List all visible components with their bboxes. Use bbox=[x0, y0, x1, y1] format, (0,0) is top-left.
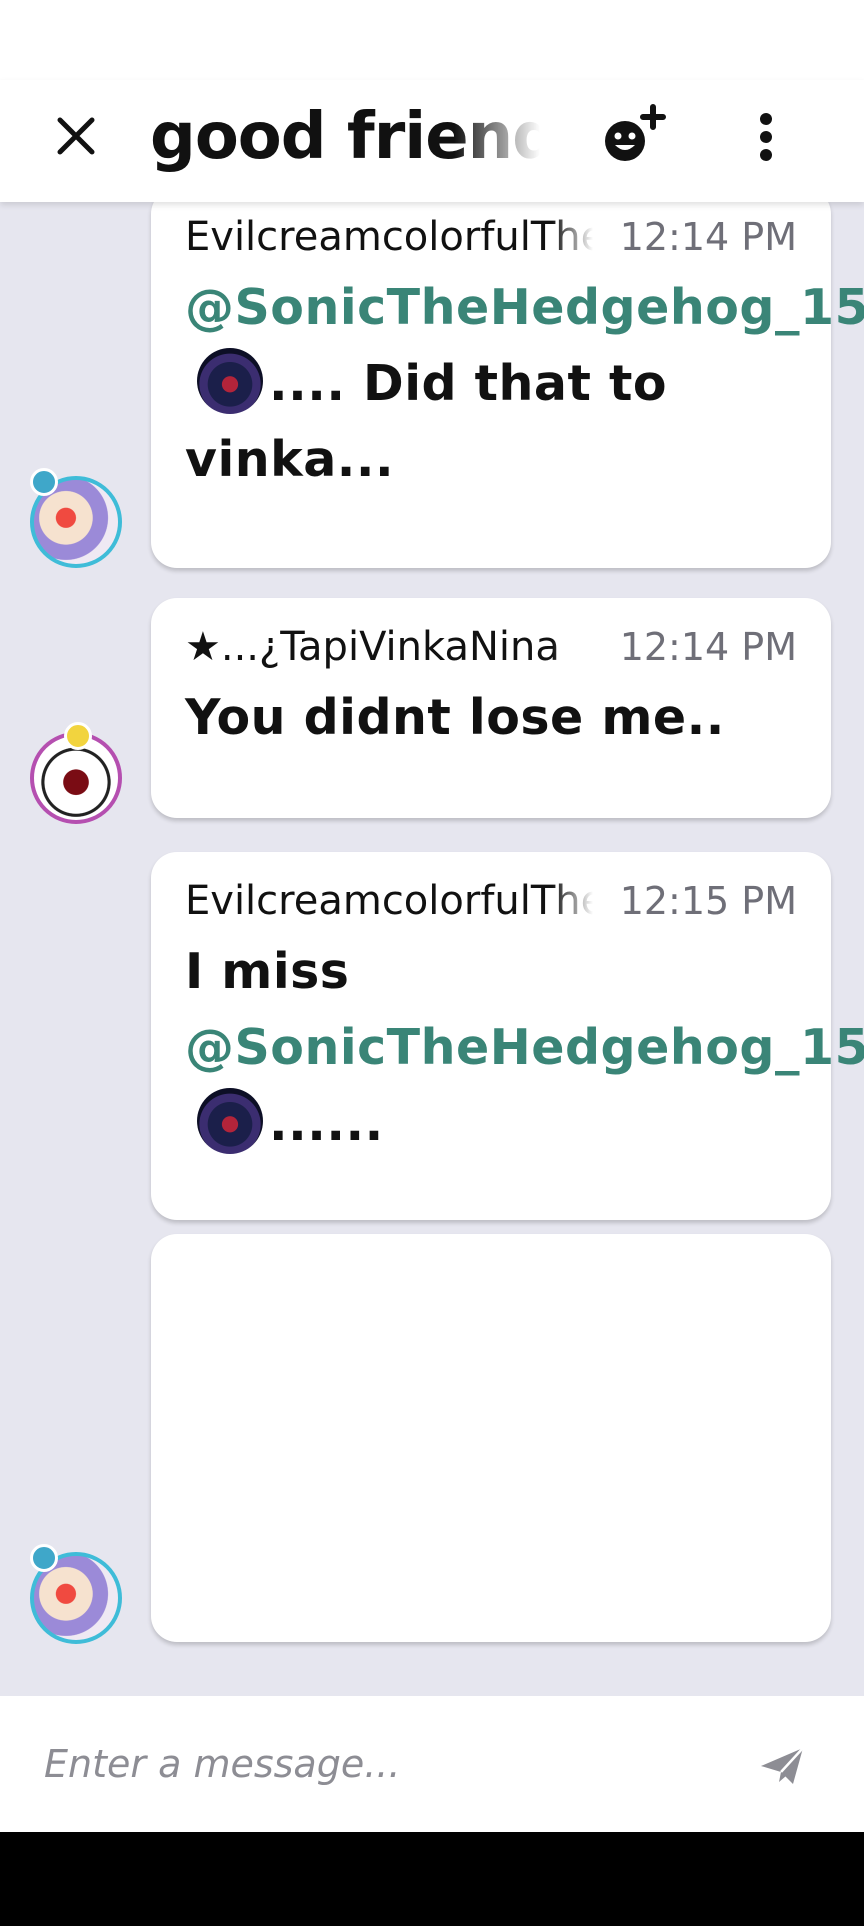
send-button[interactable] bbox=[752, 1736, 812, 1796]
message-feed[interactable]: EvilcreamcolorfulTheOne 12:14 PM @SonicT… bbox=[0, 202, 864, 1696]
mention-avatar bbox=[197, 348, 263, 414]
message-text: You didnt lose me.. bbox=[185, 689, 725, 746]
mention-avatar bbox=[197, 1088, 263, 1154]
status-bar bbox=[0, 0, 864, 80]
message-bubble[interactable]: ★...¿TapiVinkaNina 12:14 PM You didnt lo… bbox=[151, 598, 831, 818]
message-meta: ★...¿TapiVinkaNina 12:14 PM bbox=[185, 620, 797, 674]
add-member-icon bbox=[605, 104, 666, 161]
system-nav-bar bbox=[0, 1832, 864, 1926]
image-message-bubble[interactable] bbox=[151, 1234, 831, 1642]
message-text-tail: ...... bbox=[269, 1095, 384, 1152]
message-text: @SonicTheHedgehog_15.... Did that to vin… bbox=[185, 270, 864, 498]
message-meta: EvilcreamcolorfulTheOne 12:15 PM bbox=[185, 874, 797, 928]
close-icon bbox=[57, 117, 95, 155]
message-time: 12:15 PM bbox=[619, 879, 797, 923]
message-bubble[interactable]: EvilcreamcolorfulTheOne 12:14 PM @SonicT… bbox=[151, 202, 864, 568]
message-author[interactable]: EvilcreamcolorfulTheOne bbox=[185, 878, 593, 924]
message-time: 12:14 PM bbox=[619, 625, 797, 669]
avatar-badge bbox=[30, 1544, 58, 1572]
message-text: I miss @SonicTheHedgehog_15...... bbox=[185, 934, 864, 1162]
chat-title: good friends bbox=[150, 100, 540, 174]
message-author[interactable]: ★...¿TapiVinkaNina bbox=[185, 624, 593, 670]
message-time: 12:14 PM bbox=[619, 215, 797, 259]
message-meta: EvilcreamcolorfulTheOne 12:14 PM bbox=[185, 210, 797, 264]
avatar[interactable] bbox=[30, 1544, 122, 1644]
close-button[interactable] bbox=[44, 104, 108, 168]
message-bubble[interactable]: EvilcreamcolorfulTheOne 12:15 PM I miss … bbox=[151, 852, 864, 1220]
message-text-head: I miss bbox=[185, 943, 350, 1000]
avatar-badge bbox=[30, 468, 58, 496]
avatar-badge bbox=[64, 722, 92, 750]
more-vertical-icon bbox=[760, 113, 772, 161]
user-mention[interactable]: @SonicTheHedgehog_15 bbox=[185, 1019, 864, 1076]
send-icon bbox=[761, 1747, 804, 1784]
chat-header: good friends bbox=[0, 80, 864, 202]
avatar[interactable] bbox=[30, 722, 122, 824]
user-mention[interactable]: @SonicTheHedgehog_15 bbox=[185, 279, 864, 336]
add-member-button[interactable] bbox=[596, 100, 676, 170]
more-options-button[interactable] bbox=[736, 102, 796, 172]
avatar[interactable] bbox=[30, 468, 122, 568]
message-input[interactable] bbox=[44, 1726, 724, 1802]
message-author[interactable]: EvilcreamcolorfulTheOne bbox=[185, 214, 593, 260]
message-composer bbox=[0, 1696, 864, 1832]
